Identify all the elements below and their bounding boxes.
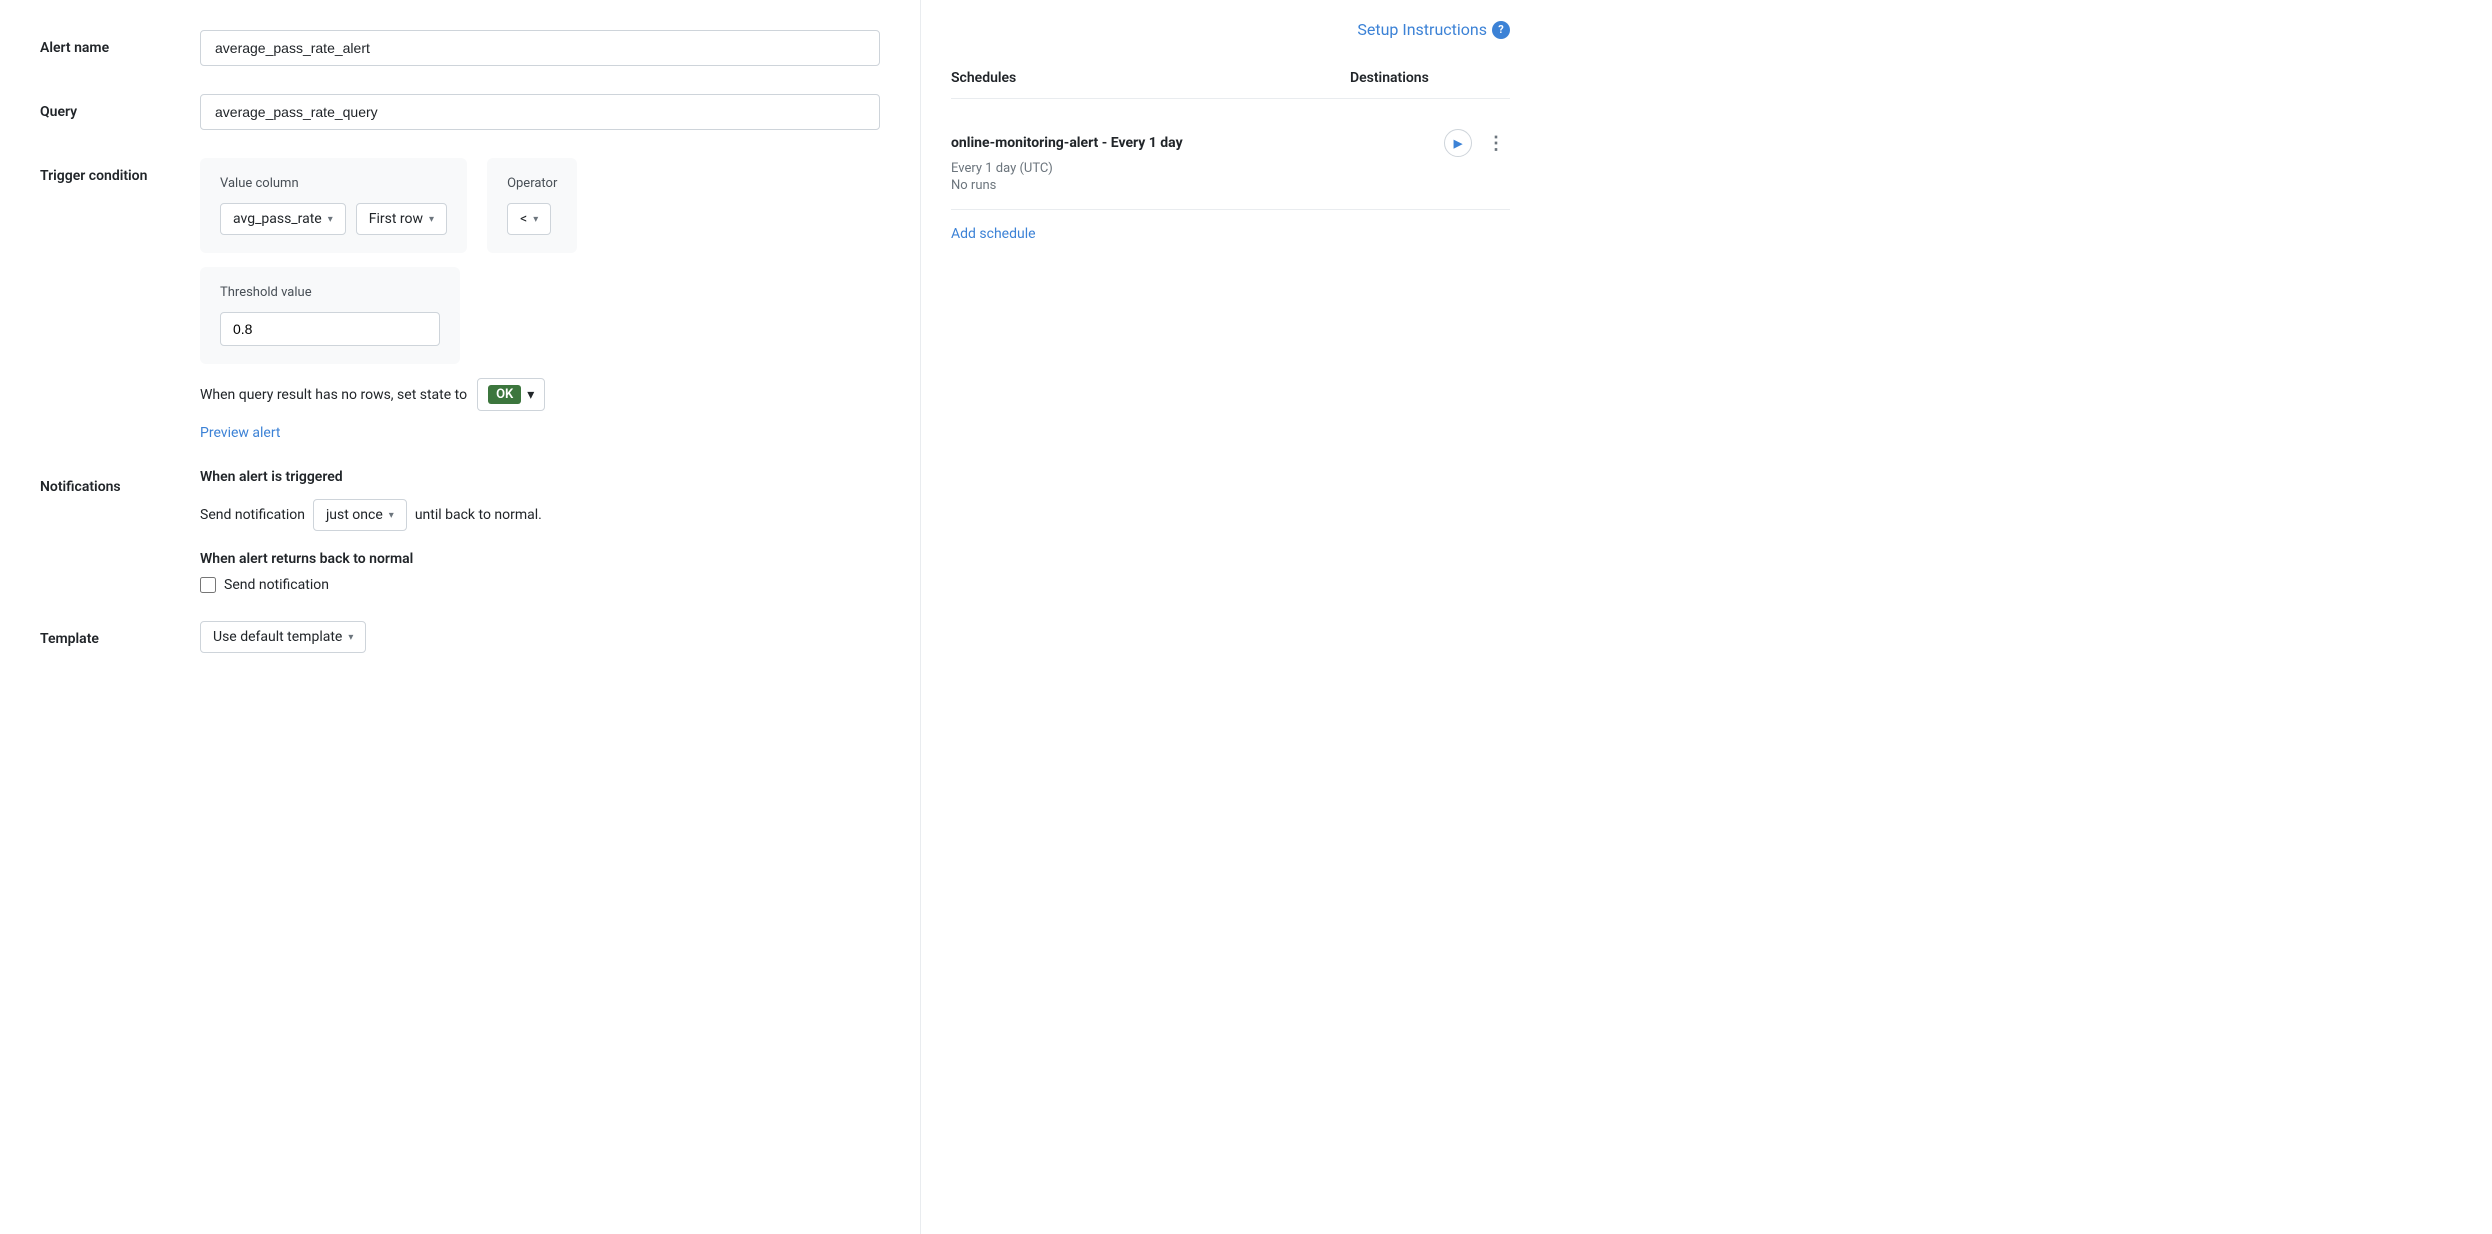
no-rows-state-dropdown[interactable]: OK ▾ [477, 378, 545, 411]
just-once-chevron-icon: ▾ [389, 510, 394, 521]
template-chevron-icon: ▾ [348, 632, 353, 643]
alert-name-row: Alert name [40, 30, 880, 66]
ok-dropdown-chevron-icon: ▾ [527, 387, 534, 403]
when-triggered-title: When alert is triggered [200, 469, 880, 485]
more-options-button[interactable]: ⋮ [1482, 129, 1510, 157]
no-rows-text: When query result has no rows, set state… [200, 387, 467, 403]
destinations-col-header: Destinations [1350, 70, 1510, 86]
left-panel: Alert name Query Trigger condition Value… [0, 0, 920, 1234]
schedule-detail-runs: No runs [951, 178, 1510, 193]
ok-badge: OK [488, 385, 521, 404]
no-rows-row: When query result has no rows, set state… [200, 378, 880, 411]
send-notification-after-text: until back to normal. [415, 507, 542, 523]
threshold-box: Threshold value [200, 267, 460, 364]
alert-name-input[interactable] [200, 30, 880, 66]
back-to-normal-section: When alert returns back to normal Send n… [200, 551, 880, 593]
alert-name-label: Alert name [40, 30, 200, 56]
notifications-row: Notifications When alert is triggered Se… [40, 469, 880, 593]
add-schedule-link[interactable]: Add schedule [951, 226, 1036, 242]
notifications-content: When alert is triggered Send notificatio… [200, 469, 880, 593]
schedule-name-row: online-monitoring-alert - Every 1 day ▶ … [951, 129, 1510, 157]
schedule-detail-frequency: Every 1 day (UTC) [951, 161, 1510, 176]
right-panel: Setup Instructions ? Schedules Destinati… [920, 0, 1540, 1234]
page-container: Alert name Query Trigger condition Value… [0, 0, 2492, 1234]
template-selected: Use default template [213, 629, 342, 645]
schedules-col-header: Schedules [951, 70, 1350, 86]
play-button[interactable]: ▶ [1444, 129, 1472, 157]
value-column-label: Value column [220, 176, 447, 191]
preview-alert-link[interactable]: Preview alert [200, 425, 281, 441]
right-panel-header: Schedules Destinations [951, 70, 1510, 99]
query-label: Query [40, 94, 200, 120]
send-notification-before-text: Send notification [200, 507, 305, 523]
template-content: Use default template ▾ [200, 621, 880, 653]
back-to-normal-checkbox-row: Send notification [200, 577, 880, 593]
query-row: Query [40, 94, 880, 130]
help-circle-icon: ? [1492, 21, 1510, 39]
back-to-normal-checkbox[interactable] [200, 577, 216, 593]
schedule-item: online-monitoring-alert - Every 1 day ▶ … [951, 115, 1510, 210]
notifications-label: Notifications [40, 469, 200, 495]
template-label: Template [40, 621, 200, 647]
trigger-condition-content: Value column avg_pass_rate ▾ First row ▾ [200, 158, 880, 441]
value-column-dropdown[interactable]: avg_pass_rate ▾ [220, 203, 346, 235]
value-column-selected: avg_pass_rate [233, 211, 322, 227]
just-once-dropdown[interactable]: just once ▾ [313, 499, 407, 531]
template-row: Template Use default template ▾ [40, 621, 880, 653]
value-column-selects: avg_pass_rate ▾ First row ▾ [220, 203, 447, 235]
value-column-box: Value column avg_pass_rate ▾ First row ▾ [200, 158, 467, 253]
setup-instructions-text: Setup Instructions [1357, 20, 1487, 39]
back-to-normal-title: When alert returns back to normal [200, 551, 880, 567]
query-input[interactable] [200, 94, 880, 130]
threshold-input[interactable] [220, 312, 440, 346]
operator-chevron-icon: ▾ [533, 214, 538, 225]
trigger-condition-row: Trigger condition Value column avg_pass_… [40, 158, 880, 441]
template-dropdown[interactable]: Use default template ▾ [200, 621, 366, 653]
alert-name-content [200, 30, 880, 66]
operator-box: Operator < ▾ [487, 158, 577, 253]
trigger-fields-row: Value column avg_pass_rate ▾ First row ▾ [200, 158, 880, 267]
just-once-selected: just once [326, 507, 383, 523]
setup-instructions-link[interactable]: Setup Instructions ? [1357, 20, 1510, 39]
operator-selected: < [520, 211, 527, 227]
schedule-actions: ▶ ⋮ [1444, 129, 1510, 157]
back-to-normal-checkbox-label: Send notification [224, 577, 329, 593]
first-row-dropdown[interactable]: First row ▾ [356, 203, 447, 235]
threshold-label: Threshold value [220, 285, 440, 300]
trigger-condition-label: Trigger condition [40, 158, 200, 184]
first-row-selected: First row [369, 211, 423, 227]
query-content [200, 94, 880, 130]
operator-label: Operator [507, 176, 557, 191]
value-column-chevron-icon: ▾ [328, 214, 333, 225]
operator-dropdown[interactable]: < ▾ [507, 203, 551, 235]
send-notification-row: Send notification just once ▾ until back… [200, 499, 880, 531]
schedule-name-text: online-monitoring-alert - Every 1 day [951, 135, 1183, 151]
first-row-chevron-icon: ▾ [429, 214, 434, 225]
